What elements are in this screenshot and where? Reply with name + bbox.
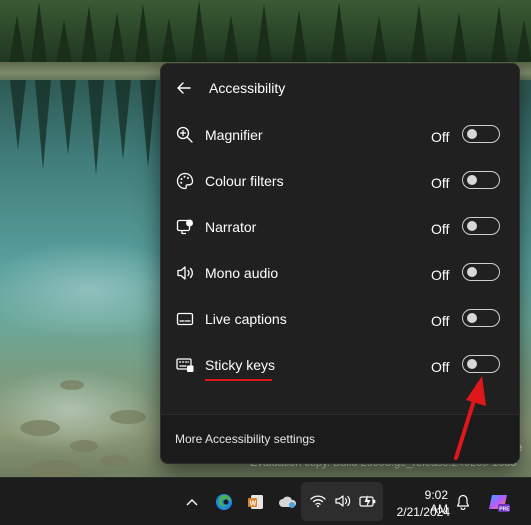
forest-background: [0, 0, 531, 70]
sticky-keys-toggle[interactable]: [462, 355, 500, 373]
colour-filters-state: Off: [431, 175, 450, 191]
copilot-button[interactable]: PRE: [486, 478, 512, 525]
copilot-badge: PRE: [499, 506, 510, 512]
onedrive-button[interactable]: [276, 478, 300, 525]
toggle-knob: [467, 175, 477, 185]
magnifier-label: Magnifier: [205, 127, 263, 143]
live-captions-toggle[interactable]: [462, 309, 500, 327]
magnifier-row[interactable]: Magnifier Off: [161, 112, 519, 158]
magnifier-toggle[interactable]: [462, 125, 500, 143]
colour-filters-toggle[interactable]: [462, 171, 500, 189]
flyout-title: Accessibility: [209, 80, 286, 96]
toggle-knob: [467, 221, 477, 231]
clock-date[interactable]: 2/21/2024: [394, 505, 450, 519]
colour-filters-label: Colour filters: [205, 173, 284, 189]
colour-filters-row[interactable]: Colour filters Off: [161, 158, 519, 204]
captions-icon: [176, 312, 194, 326]
notifications-button[interactable]: [454, 478, 472, 525]
live-captions-row[interactable]: Live captions Off: [161, 296, 519, 342]
magnifier-icon: [176, 126, 193, 143]
back-arrow-icon: [177, 82, 191, 94]
show-hidden-icons-button[interactable]: [182, 478, 202, 525]
narrator-row[interactable]: Narrator Off: [161, 204, 519, 250]
mono-audio-row[interactable]: Mono audio Off: [161, 250, 519, 296]
mono-audio-label: Mono audio: [205, 265, 279, 281]
chevron-up-icon: [186, 498, 198, 505]
narrator-toggle[interactable]: [462, 217, 500, 235]
toggle-knob: [467, 313, 477, 323]
battery-icon: [359, 495, 376, 507]
flyout-header: Accessibility: [161, 64, 519, 112]
more-accessibility-settings-link[interactable]: More Accessibility settings: [175, 432, 315, 446]
speaker-icon: [177, 266, 193, 280]
back-button[interactable]: [171, 76, 197, 100]
copilot-icon: PRE: [489, 494, 510, 512]
sticky-keys-label: Sticky keys: [205, 357, 276, 373]
edge-button[interactable]: [212, 478, 236, 525]
taskbar: W 9:02 AM 2/21/2024 PRE: [0, 477, 531, 525]
toggle-knob: [467, 359, 477, 369]
annotation-arrow-icon: [454, 376, 486, 460]
annotation-underline: [205, 379, 272, 381]
word-button[interactable]: W: [244, 478, 268, 525]
narrator-icon: [176, 219, 193, 235]
wifi-icon: [310, 495, 326, 508]
narrator-label: Narrator: [205, 219, 257, 235]
keyboard-icon: [176, 358, 194, 372]
network-volume-battery-group[interactable]: [301, 482, 383, 521]
toggle-knob: [467, 267, 477, 277]
mono-audio-toggle[interactable]: [462, 263, 500, 281]
notification-bell-icon: [456, 494, 470, 510]
onedrive-icon: [279, 496, 297, 508]
svg-text:W: W: [250, 500, 257, 507]
mono-audio-state: Off: [431, 267, 450, 283]
palette-icon: [176, 172, 194, 190]
live-captions-state: Off: [431, 313, 450, 329]
edge-icon: [216, 493, 232, 510]
live-captions-label: Live captions: [205, 311, 287, 327]
word-icon: W: [248, 494, 263, 509]
volume-icon: [335, 495, 351, 507]
narrator-state: Off: [431, 221, 450, 237]
magnifier-state: Off: [431, 129, 450, 145]
toggle-knob: [467, 129, 477, 139]
